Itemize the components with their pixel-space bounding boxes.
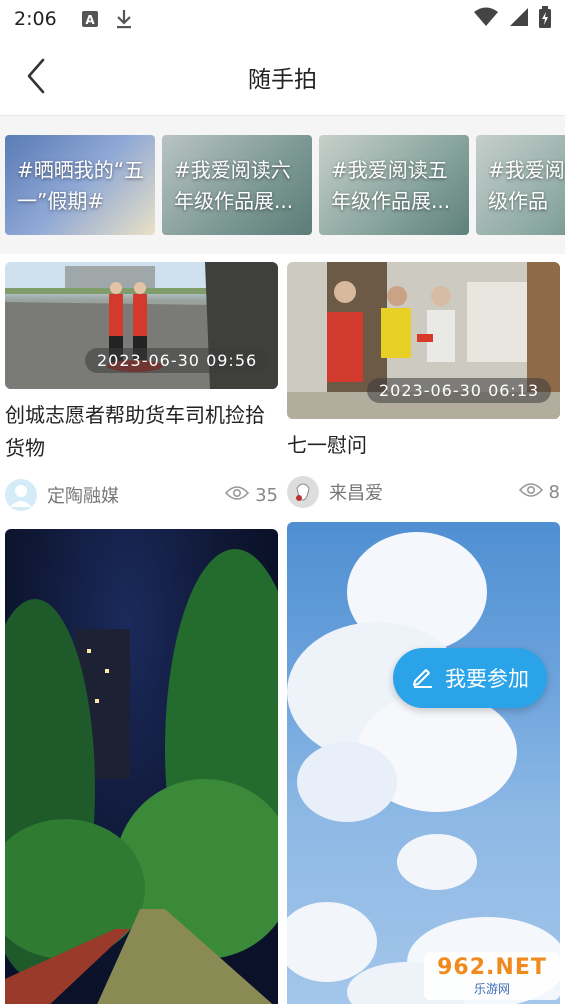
notification-a-icon: A (81, 10, 99, 28)
topic-label: #晒晒我的“五一”假期# (17, 158, 145, 213)
view-count: 35 (225, 485, 278, 506)
watermark-top: 962.NET (437, 955, 547, 980)
status-bar: 2:06 A (0, 0, 565, 38)
view-count-value: 8 (548, 481, 560, 503)
download-icon (115, 9, 133, 29)
topic-card[interactable]: #我爱阅读年级作品 (476, 135, 565, 235)
post-image (5, 529, 278, 1004)
post-image (287, 522, 560, 1004)
topic-label: #我爱阅读五年级作品展... (331, 158, 451, 213)
title-bar: 随手拍 (0, 38, 565, 116)
view-count: 8 (518, 481, 560, 503)
topic-label: #我爱阅读六年级作品展... (174, 158, 294, 213)
join-button[interactable]: 我要参加 (393, 648, 547, 708)
topic-card[interactable]: #我爱阅读五年级作品展... (319, 135, 469, 235)
eye-icon (518, 482, 543, 503)
post-title: 创城志愿者帮助货车司机捡拾货物 (5, 403, 265, 460)
post-card[interactable]: 2023-06-30 09:56 创城志愿者帮助货车司机捡拾货物 定陶融媒 35 (5, 262, 278, 513)
topic-card[interactable]: #晒晒我的“五一”假期# (5, 135, 155, 235)
status-time: 2:06 (14, 8, 57, 30)
post-time: 2023-06-30 09:56 (85, 348, 270, 373)
post-card[interactable] (5, 529, 278, 1004)
topic-label: #我爱阅读年级作品 (488, 158, 565, 213)
topic-card[interactable]: #我爱阅读六年级作品展... (162, 135, 312, 235)
post-title: 七一慰问 (287, 433, 367, 457)
signal-icon (509, 7, 529, 31)
watermark-logo: 962.NET 乐游网 (424, 952, 560, 1000)
post-author[interactable]: 定陶融媒 (47, 482, 119, 508)
topic-strip: #晒晒我的“五一”假期# #我爱阅读六年级作品展... #我爱阅读五年级作品展.… (0, 116, 565, 254)
post-feed: 2023-06-30 09:56 创城志愿者帮助货车司机捡拾货物 定陶融媒 35 (0, 254, 565, 1004)
post-author[interactable]: 来昌爱 (329, 479, 383, 505)
avatar[interactable] (5, 479, 37, 511)
post-image: 2023-06-30 06:13 (287, 262, 560, 419)
post-time: 2023-06-30 06:13 (367, 378, 552, 403)
avatar[interactable] (287, 476, 319, 508)
svg-text:A: A (85, 13, 95, 27)
page-title: 随手拍 (248, 67, 317, 93)
watermark-bottom: 乐游网 (473, 982, 510, 996)
pencil-icon (411, 664, 435, 693)
eye-icon (225, 485, 250, 506)
view-count-value: 35 (255, 484, 278, 506)
join-button-label: 我要参加 (445, 667, 529, 691)
battery-icon (539, 6, 551, 32)
post-card[interactable]: 2023-06-30 06:13 七一慰问 来昌爱 8 (287, 262, 560, 510)
post-card[interactable] (287, 522, 560, 1004)
post-image: 2023-06-30 09:56 (5, 262, 278, 389)
wifi-icon (473, 7, 499, 31)
